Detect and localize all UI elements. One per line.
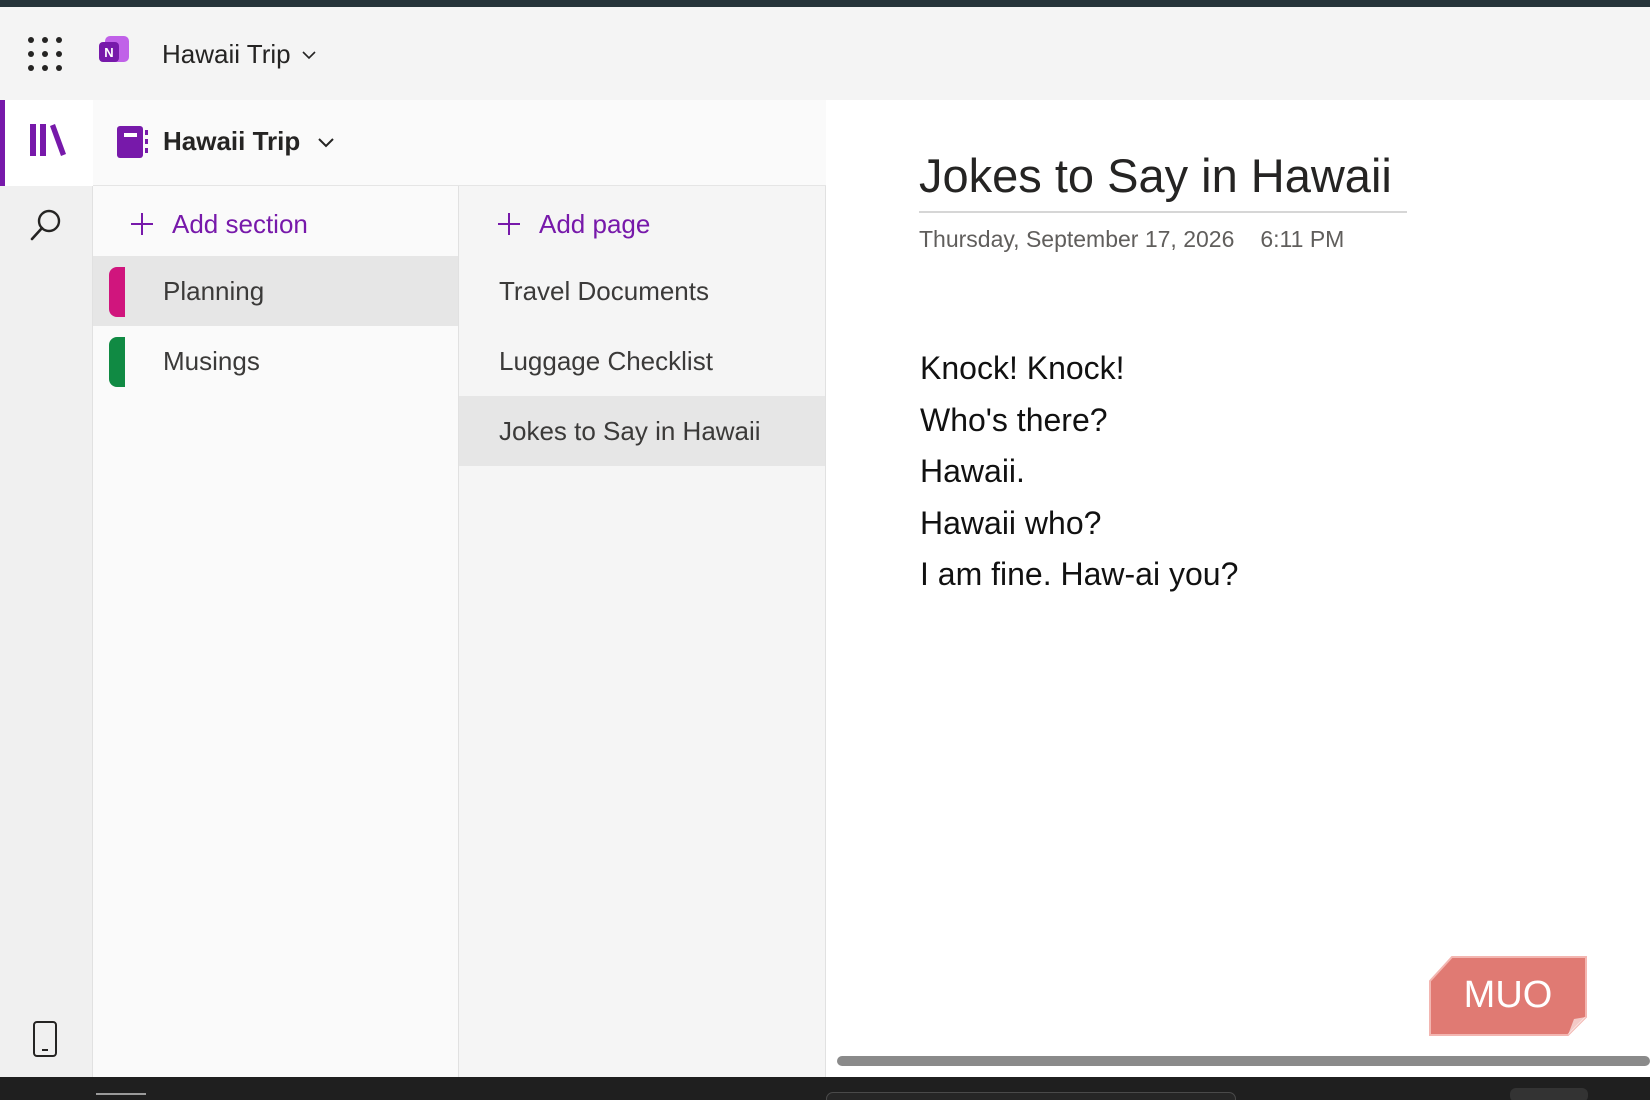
page-date: Thursday, September 17, 2026: [919, 226, 1235, 252]
note-line: Who's there?: [920, 401, 1108, 438]
notebook-title: Hawaii Trip: [163, 126, 301, 156]
sections-pane: Add section Planning Musings: [93, 186, 459, 1077]
notebook-dropdown[interactable]: Hawaii Trip: [163, 126, 336, 157]
pages-pane: Add page Travel Documents Luggage Checkl…: [459, 186, 826, 1077]
muo-watermark-logo: MUO: [1429, 956, 1587, 1036]
section-label: Planning: [163, 275, 265, 306]
chevron-down-icon: [302, 50, 316, 59]
device-icon[interactable]: [32, 1020, 58, 1058]
note-body[interactable]: Knock! Knock! Who's there? Hawaii. Hawai…: [920, 343, 1238, 601]
app-launcher-icon[interactable]: [28, 37, 62, 71]
notebooks-rail-button[interactable]: [0, 100, 93, 186]
notebook-switcher[interactable]: Hawaii Trip: [162, 39, 317, 70]
notebook-icon: [117, 126, 148, 158]
page-time: 6:11 PM: [1260, 226, 1345, 252]
window-top-border: [0, 0, 1650, 7]
taskbar: [0, 1077, 1650, 1100]
page-timestamp: Thursday, September 17, 2026 6:11 PM: [919, 226, 1344, 253]
section-color-tab: [109, 267, 125, 317]
page-item-jokes[interactable]: Jokes to Say in Hawaii: [459, 396, 825, 466]
onenote-logo-icon: N: [99, 36, 129, 62]
page-item-travel-documents[interactable]: Travel Documents: [459, 256, 825, 326]
notebook-header: Hawaii Trip: [93, 100, 826, 186]
page-item-luggage-checklist[interactable]: Luggage Checklist: [459, 326, 825, 396]
watermark-text: MUO: [1464, 974, 1553, 1016]
page-label: Travel Documents: [499, 275, 709, 306]
taskbar-button[interactable]: [1510, 1088, 1588, 1100]
plus-icon: [498, 213, 520, 235]
horizontal-scrollbar[interactable]: [837, 1056, 1650, 1066]
section-label: Musings: [163, 345, 260, 376]
svg-text:N: N: [104, 45, 113, 60]
add-page-button[interactable]: Add page: [497, 202, 650, 246]
notebooks-icon: [30, 124, 66, 156]
note-line: Hawaii who?: [920, 504, 1102, 541]
notebook-switcher-label: Hawaii Trip: [162, 39, 291, 69]
page-title[interactable]: Jokes to Say in Hawaii: [919, 148, 1407, 213]
search-icon[interactable]: [29, 208, 63, 242]
note-line: Knock! Knock!: [920, 350, 1125, 386]
note-line: Hawaii.: [920, 453, 1025, 489]
taskbar-text-fragment: [96, 1093, 146, 1098]
plus-icon: [131, 213, 153, 235]
add-section-label: Add section: [172, 208, 308, 239]
page-canvas[interactable]: Jokes to Say in Hawaii Thursday, Septemb…: [826, 100, 1650, 1077]
taskbar-search-box[interactable]: [826, 1092, 1236, 1100]
section-item-planning[interactable]: Planning: [93, 256, 458, 326]
page-label: Jokes to Say in Hawaii: [499, 415, 761, 446]
page-label: Luggage Checklist: [499, 345, 713, 376]
add-page-label: Add page: [539, 208, 651, 239]
left-rail: [0, 100, 93, 1077]
chevron-down-icon: [318, 137, 334, 147]
section-item-musings[interactable]: Musings: [93, 326, 458, 396]
add-section-button[interactable]: Add section: [130, 202, 308, 246]
title-bar: N Hawaii Trip: [0, 7, 1650, 100]
note-line: I am fine. Haw-ai you?: [920, 556, 1239, 592]
section-color-tab: [109, 337, 125, 387]
